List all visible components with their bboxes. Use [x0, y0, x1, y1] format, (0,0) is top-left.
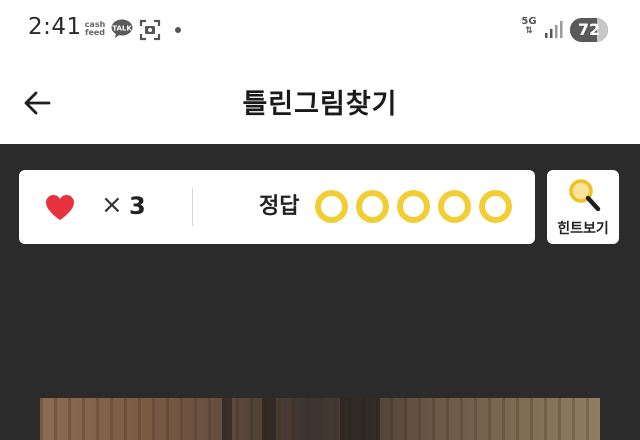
- image-detail: [222, 398, 232, 440]
- hint-button[interactable]: 힌트보기: [547, 170, 619, 244]
- answer-slot-icon: [479, 190, 512, 223]
- talk-label: TALK: [112, 25, 132, 33]
- screenshot-notification-icon: [139, 19, 161, 41]
- heart-icon: [46, 195, 74, 220]
- score-panel: × 3 정답: [19, 170, 535, 244]
- more-notifications-dot-icon: [175, 27, 181, 33]
- signal-strength-icon: [545, 21, 563, 38]
- app-bar: 틀린그림찾기: [0, 60, 640, 144]
- image-detail: [262, 398, 276, 440]
- answer-label: 정답: [259, 194, 300, 219]
- lives-count: 3: [129, 192, 146, 220]
- image-detail: [340, 398, 380, 440]
- answer-progress: [315, 190, 512, 223]
- page-title: 틀린그림찾기: [242, 89, 398, 120]
- puzzle-image[interactable]: [40, 398, 600, 440]
- battery-level: 72: [577, 20, 601, 39]
- kakaotalk-notification-icon: TALK: [111, 19, 133, 38]
- cashfeed-label-bottom: feed: [84, 28, 106, 37]
- answer-slot-icon: [356, 190, 389, 223]
- game-area: × 3 정답 힌트보기: [0, 144, 640, 440]
- status-bar: 2:41 cash feed TALK 5G ⇅ 72: [0, 0, 640, 60]
- magnifier-icon: [569, 179, 601, 212]
- answer-slot-icon: [315, 190, 348, 223]
- data-arrows-icon: ⇅: [525, 26, 533, 36]
- lives-multiplier: ×: [101, 190, 123, 220]
- answer-slot-icon: [438, 190, 471, 223]
- divider: [192, 188, 193, 226]
- battery-icon: 72: [570, 18, 608, 42]
- answer-slot-icon: [397, 190, 430, 223]
- cashfeed-notification-icon: cash feed: [83, 21, 107, 37]
- status-time: 2:41: [28, 14, 82, 40]
- hint-label: 힌트보기: [557, 221, 609, 237]
- network-5g-icon: 5G ⇅: [519, 17, 539, 36]
